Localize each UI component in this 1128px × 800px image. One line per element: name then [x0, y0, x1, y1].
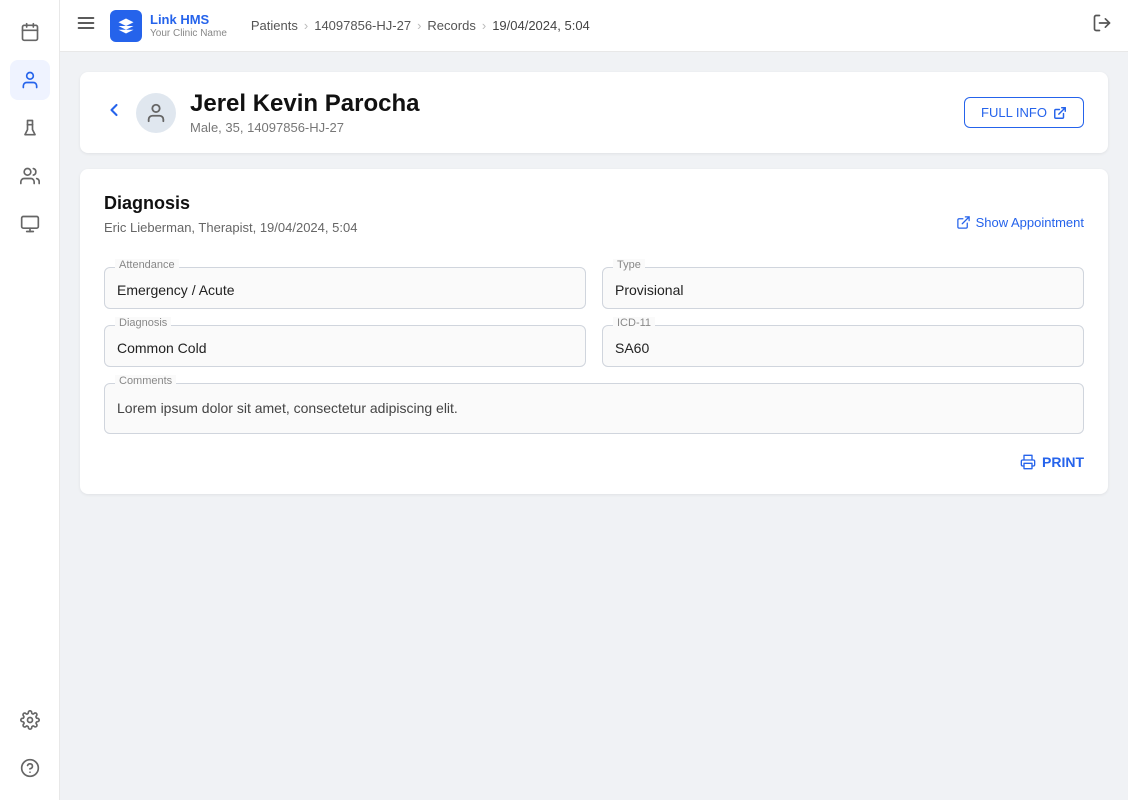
breadcrumb-sep-3: ›: [482, 18, 486, 33]
app-name: Link HMS: [150, 12, 227, 28]
diagnosis-meta: Eric Lieberman, Therapist, 19/04/2024, 5…: [104, 220, 357, 235]
icd-label: ICD-11: [613, 317, 655, 329]
type-label: Type: [613, 259, 645, 271]
breadcrumb-patient-id[interactable]: 14097856-HJ-27: [314, 18, 411, 33]
sidebar-item-calendar[interactable]: [10, 12, 50, 52]
print-label: PRINT: [1042, 454, 1084, 470]
logo: Link HMS Your Clinic Name: [110, 10, 227, 42]
sidebar-item-lab[interactable]: [10, 108, 50, 148]
attendance-type-row: Attendance Emergency / Acute Type Provis…: [104, 267, 1084, 309]
sidebar-item-billing[interactable]: [10, 204, 50, 244]
back-button[interactable]: [104, 100, 124, 125]
card-footer: PRINT: [104, 454, 1084, 470]
content-area: Jerel Kevin Parocha Male, 35, 14097856-H…: [60, 52, 1128, 800]
attendance-field: Attendance Emergency / Acute: [104, 267, 586, 309]
breadcrumb-records[interactable]: Records: [427, 18, 475, 33]
icd-value: SA60: [615, 340, 1071, 356]
diagnosis-label: Diagnosis: [115, 317, 171, 329]
logo-text: Link HMS Your Clinic Name: [150, 12, 227, 39]
logo-icon: [110, 10, 142, 42]
show-appointment-label: Show Appointment: [976, 215, 1084, 230]
diagnosis-card: Diagnosis Eric Lieberman, Therapist, 19/…: [80, 169, 1108, 494]
full-info-button[interactable]: FULL INFO: [964, 97, 1084, 128]
patient-info: Jerel Kevin Parocha Male, 35, 14097856-H…: [190, 90, 964, 135]
clinic-name: Your Clinic Name: [150, 28, 227, 39]
sidebar-item-settings[interactable]: [10, 700, 50, 740]
patient-name: Jerel Kevin Parocha: [190, 90, 964, 118]
attendance-value: Emergency / Acute: [117, 282, 573, 298]
diagnosis-field: Diagnosis Common Cold: [104, 325, 586, 367]
sidebar: [0, 0, 60, 800]
attendance-label: Attendance: [115, 259, 179, 271]
sidebar-item-groups[interactable]: [10, 156, 50, 196]
diagnosis-header-left: Diagnosis Eric Lieberman, Therapist, 19/…: [104, 193, 357, 251]
full-info-label: FULL INFO: [981, 105, 1047, 120]
menu-icon[interactable]: [76, 13, 96, 38]
diagnosis-title: Diagnosis: [104, 193, 357, 214]
breadcrumb-patients[interactable]: Patients: [251, 18, 298, 33]
topbar: Link HMS Your Clinic Name Patients › 140…: [60, 0, 1128, 52]
patient-meta: Male, 35, 14097856-HJ-27: [190, 120, 964, 135]
logout-icon[interactable]: [1092, 13, 1112, 38]
print-button[interactable]: PRINT: [1020, 454, 1084, 470]
main-area: Link HMS Your Clinic Name Patients › 140…: [60, 0, 1128, 800]
diagnosis-icd-row: Diagnosis Common Cold ICD-11 SA60: [104, 325, 1084, 367]
type-value: Provisional: [615, 282, 1071, 298]
breadcrumb-sep-2: ›: [417, 18, 421, 33]
comments-value: Lorem ipsum dolor sit amet, consectetur …: [117, 398, 1071, 419]
card-header-row: Diagnosis Eric Lieberman, Therapist, 19/…: [104, 193, 1084, 251]
breadcrumb: Patients › 14097856-HJ-27 › Records › 19…: [251, 18, 590, 33]
patient-avatar: [136, 93, 176, 133]
diagnosis-value: Common Cold: [117, 340, 573, 356]
type-field: Type Provisional: [602, 267, 1084, 309]
sidebar-item-help[interactable]: [10, 748, 50, 788]
sidebar-item-patients[interactable]: [10, 60, 50, 100]
comments-field: Comments Lorem ipsum dolor sit amet, con…: [104, 383, 1084, 434]
breadcrumb-current: 19/04/2024, 5:04: [492, 18, 590, 33]
icd-field: ICD-11 SA60: [602, 325, 1084, 367]
patient-header-card: Jerel Kevin Parocha Male, 35, 14097856-H…: [80, 72, 1108, 153]
breadcrumb-sep-1: ›: [304, 18, 308, 33]
show-appointment-button[interactable]: Show Appointment: [956, 215, 1084, 230]
comments-label: Comments: [115, 375, 176, 387]
